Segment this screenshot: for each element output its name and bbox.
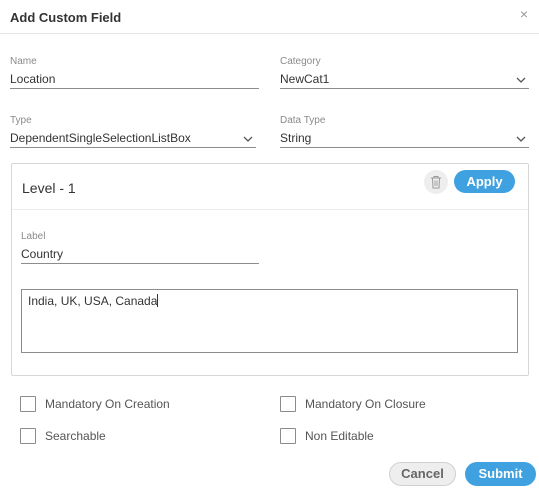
mandatory-on-creation-checkbox[interactable] — [20, 396, 36, 412]
non-editable-checkbox[interactable] — [280, 428, 296, 444]
mandatory-on-closure-checkbox[interactable] — [280, 396, 296, 412]
searchable-label: Searchable — [45, 429, 106, 443]
level-values-textarea[interactable]: India, UK, USA, Canada — [21, 289, 518, 353]
dialog-title: Add Custom Field — [10, 10, 122, 25]
non-editable-option[interactable]: Non Editable — [280, 428, 374, 444]
name-value: Location — [10, 72, 56, 86]
delete-level-button[interactable] — [424, 170, 448, 194]
submit-button[interactable]: Submit — [465, 462, 536, 486]
chevron-down-icon — [243, 136, 253, 142]
level-panel: Level - 1 Apply Label Country India, UK,… — [11, 163, 529, 376]
category-value: NewCat1 — [280, 72, 330, 86]
close-icon[interactable]: × — [518, 7, 530, 21]
level-header: Level - 1 Apply — [12, 164, 528, 210]
category-label: Category — [280, 56, 321, 67]
level-label-label: Label — [21, 231, 46, 242]
type-value: DependentSingleSelectionListBox — [10, 131, 191, 145]
level-values-text: India, UK, USA, Canada — [28, 294, 158, 308]
data-type-label: Data Type — [280, 115, 326, 126]
mandatory-on-closure-label: Mandatory On Closure — [305, 397, 426, 411]
type-select[interactable]: DependentSingleSelectionListBox — [10, 128, 256, 148]
add-custom-field-dialog: Add Custom Field × Name Location Categor… — [0, 0, 539, 495]
level-title: Level - 1 — [22, 180, 76, 196]
dialog-header: Add Custom Field × — [0, 0, 539, 34]
non-editable-label: Non Editable — [305, 429, 374, 443]
chevron-down-icon — [516, 136, 526, 142]
mandatory-on-creation-option[interactable]: Mandatory On Creation — [20, 396, 170, 412]
name-label: Name — [10, 56, 37, 67]
cancel-button[interactable]: Cancel — [389, 462, 456, 486]
searchable-option[interactable]: Searchable — [20, 428, 106, 444]
name-field: Name Location — [10, 56, 259, 89]
mandatory-on-creation-label: Mandatory On Creation — [45, 397, 170, 411]
data-type-value: String — [280, 131, 312, 145]
category-field: Category NewCat1 — [280, 56, 529, 89]
mandatory-on-closure-option[interactable]: Mandatory On Closure — [280, 396, 426, 412]
level-label-value: Country — [21, 247, 64, 261]
text-caret — [157, 294, 159, 307]
type-label: Type — [10, 115, 32, 126]
searchable-checkbox[interactable] — [20, 428, 36, 444]
apply-button[interactable]: Apply — [454, 170, 515, 193]
data-type-select[interactable]: String — [280, 128, 529, 148]
trash-icon — [431, 176, 441, 189]
level-label-field: Label Country — [21, 231, 259, 264]
name-input[interactable]: Location — [10, 69, 259, 89]
level-label-input[interactable]: Country — [21, 244, 259, 264]
type-field: Type DependentSingleSelectionListBox — [10, 115, 256, 148]
data-type-field: Data Type String — [280, 115, 529, 148]
chevron-down-icon — [516, 77, 526, 83]
category-select[interactable]: NewCat1 — [280, 69, 529, 89]
